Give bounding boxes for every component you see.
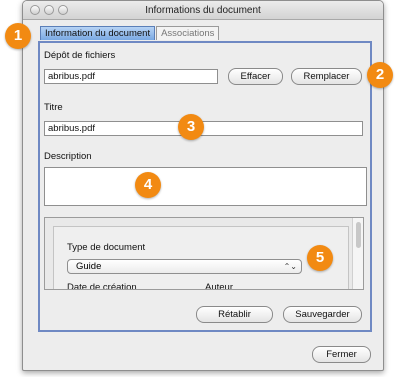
callout-badge-1: 1 bbox=[5, 23, 31, 49]
vertical-scrollbar[interactable] bbox=[352, 218, 363, 289]
doc-type-value: Guide bbox=[76, 261, 102, 272]
document-info-window: Informations du document Information du … bbox=[22, 0, 384, 371]
title-bar: Informations du document bbox=[23, 1, 383, 20]
tab-associations[interactable]: Associations bbox=[156, 26, 220, 40]
save-button[interactable]: Sauvegarder bbox=[283, 306, 362, 323]
upload-label: Dépôt de fichiers bbox=[44, 50, 116, 61]
doc-type-label: Type de document bbox=[67, 242, 146, 253]
doc-type-select[interactable]: Guide ⌃⌄ bbox=[67, 259, 302, 274]
file-field[interactable]: abribus.pdf bbox=[44, 69, 218, 84]
metadata-group: Type de document Guide ⌃⌄ Date de créati… bbox=[53, 226, 349, 290]
replace-button[interactable]: Remplacer bbox=[291, 68, 362, 85]
description-label: Description bbox=[44, 151, 92, 162]
reset-button[interactable]: Rétablir bbox=[196, 306, 273, 323]
document-info-panel: Dépôt de fichiers abribus.pdf Effacer Re… bbox=[38, 41, 372, 332]
tab-bar: Information du document Associations bbox=[40, 26, 220, 40]
window-title: Informations du document bbox=[145, 5, 261, 16]
select-arrows-icon: ⌃⌄ bbox=[283, 262, 297, 271]
author-label: Auteur bbox=[205, 282, 233, 290]
callout-badge-3: 3 bbox=[178, 114, 204, 140]
description-textarea[interactable] bbox=[44, 167, 367, 206]
scrollbar-thumb[interactable] bbox=[356, 222, 361, 248]
callout-badge-5: 5 bbox=[307, 245, 333, 271]
close-button[interactable]: Fermer bbox=[312, 346, 371, 363]
tab-document-info[interactable]: Information du document bbox=[40, 26, 156, 40]
clear-button[interactable]: Effacer bbox=[228, 68, 283, 85]
created-date-label: Date de création bbox=[67, 282, 137, 290]
callout-badge-4: 4 bbox=[135, 172, 161, 198]
callout-badge-2: 2 bbox=[367, 62, 393, 88]
title-label: Titre bbox=[44, 102, 63, 113]
